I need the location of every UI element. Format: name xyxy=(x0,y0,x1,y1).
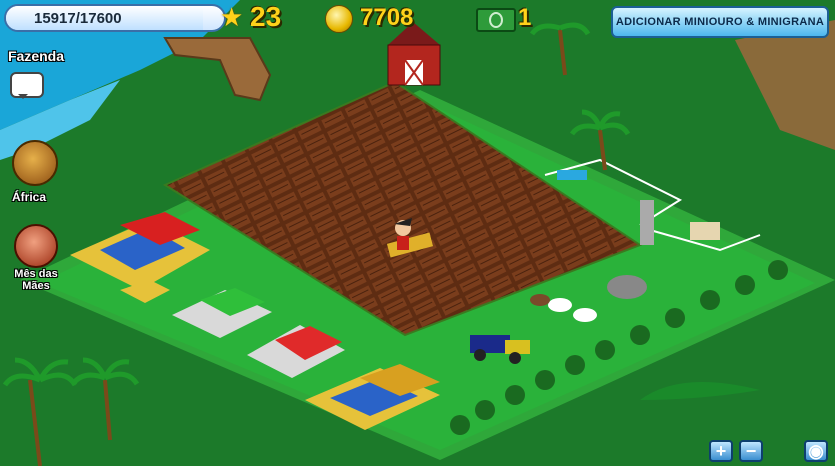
xp-progress-bar: 15917/17600 xyxy=(4,4,226,32)
farm-label[interactable]: Fazenda xyxy=(8,48,64,64)
feather-icon[interactable] xyxy=(14,224,58,268)
player-level: 23 xyxy=(250,1,282,32)
chat-icon[interactable] xyxy=(10,72,44,99)
lion-icon[interactable] xyxy=(12,140,58,186)
cash-icon xyxy=(476,8,516,32)
star-icon: ★ xyxy=(220,2,244,32)
view-toggle-button[interactable]: ◉ xyxy=(804,440,828,462)
cash-count: 1 xyxy=(518,4,532,31)
moms-month-label[interactable]: Mês das Mães xyxy=(8,268,64,292)
coin-count: 7708 xyxy=(360,4,414,31)
xp-progress-text: 15917/17600 xyxy=(34,10,122,27)
farm-scene[interactable] xyxy=(0,0,835,466)
zoom-in-button[interactable]: + xyxy=(709,440,733,462)
add-currency-button[interactable]: ADICIONAR MINIOURO & MINIGRANA xyxy=(611,6,829,38)
zoom-out-button[interactable]: − xyxy=(739,440,763,462)
coin-icon xyxy=(325,5,353,33)
africa-label[interactable]: África xyxy=(12,190,46,204)
